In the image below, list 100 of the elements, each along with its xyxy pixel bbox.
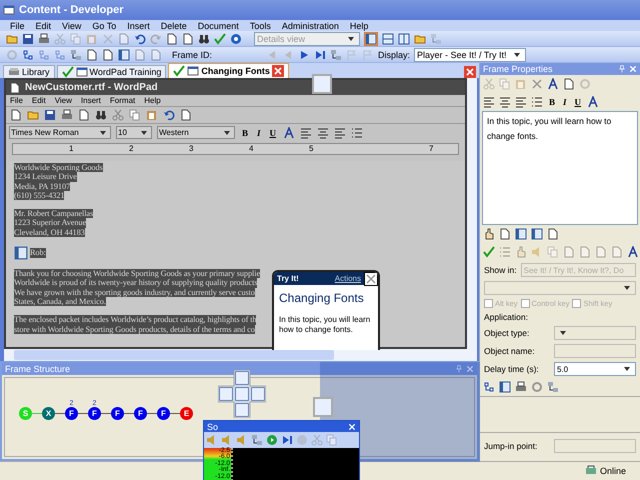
page-icon[interactable] — [180, 109, 192, 121]
menu-item[interactable]: Insert — [127, 20, 150, 30]
dock-guide-drawing[interactable] — [218, 370, 266, 418]
format-button[interactable]: B — [547, 97, 558, 107]
list-icon[interactable] — [351, 126, 364, 138]
dock-guide-icon[interactable] — [313, 397, 333, 417]
format-button[interactable]: U — [572, 97, 584, 107]
script-dropdown[interactable]: Western — [157, 126, 235, 139]
menu-item[interactable]: View — [62, 20, 82, 30]
font-dropdown[interactable]: Times New Roman — [9, 126, 111, 139]
frame-node[interactable]: F — [111, 407, 124, 420]
align-icon[interactable] — [334, 126, 346, 138]
menu-item[interactable]: Administration — [282, 20, 339, 30]
clipboard-icon[interactable] — [515, 78, 527, 90]
font-size-dropdown[interactable]: 10 — [116, 126, 152, 139]
dock-guide-icon[interactable] — [312, 74, 332, 94]
check-icon[interactable] — [214, 32, 226, 44]
page-icon[interactable] — [78, 109, 90, 121]
pin-icon[interactable] — [618, 65, 626, 73]
align-icon[interactable] — [515, 96, 527, 108]
menu-item[interactable]: Format — [110, 96, 136, 105]
menu-item[interactable]: File — [10, 20, 25, 30]
document-tab[interactable]: Library — [3, 65, 55, 78]
record-icon[interactable] — [266, 434, 278, 446]
frame-node[interactable]: F — [157, 407, 170, 420]
display-dropdown[interactable]: Player - See It! / Try It! — [414, 48, 526, 62]
frame-node[interactable]: F — [65, 407, 78, 420]
copy-icon[interactable] — [129, 109, 141, 121]
panel-icon[interactable] — [515, 228, 527, 240]
frame-node[interactable]: F — [88, 407, 101, 420]
skip-icon[interactable] — [314, 48, 326, 60]
split-view-icon[interactable] — [382, 32, 394, 44]
font-icon[interactable] — [547, 78, 559, 90]
clipboard-icon[interactable] — [146, 109, 158, 121]
menu-item[interactable]: Help — [144, 96, 161, 105]
frame-node[interactable]: X — [42, 407, 55, 420]
color-icon[interactable] — [283, 126, 296, 138]
page-icon[interactable] — [547, 228, 559, 240]
binoculars-icon[interactable] — [198, 32, 210, 44]
center-icon[interactable] — [317, 126, 330, 138]
list-icon[interactable] — [531, 96, 543, 108]
menu-item[interactable]: Tools — [250, 20, 271, 30]
frame-node[interactable]: F — [134, 407, 147, 420]
cross-icon[interactable] — [531, 78, 543, 90]
clipboard-icon[interactable] — [86, 32, 98, 44]
horizontal-scrollbar[interactable] — [4, 349, 477, 361]
menu-item[interactable]: View — [54, 96, 72, 105]
copy-icon[interactable] — [70, 32, 82, 44]
menu-item[interactable]: Help — [350, 20, 368, 30]
frame-node[interactable]: E — [180, 407, 193, 420]
document-tab[interactable]: WordPad Training — [56, 65, 166, 78]
menu-item[interactable]: Document — [198, 20, 239, 30]
jump-in-point-field[interactable] — [554, 439, 636, 453]
delay-time-dropdown[interactable]: 5.0 — [554, 362, 636, 376]
menu-item[interactable]: Go To — [92, 20, 116, 30]
printer-icon[interactable] — [38, 32, 50, 44]
panel-icon[interactable] — [118, 48, 130, 60]
page-icon[interactable] — [10, 109, 22, 121]
printer-icon[interactable] — [61, 109, 73, 121]
menu-item[interactable]: Edit — [36, 20, 52, 30]
tree-icon[interactable] — [483, 381, 495, 393]
align-icon[interactable] — [483, 96, 495, 108]
close-icon[interactable] — [348, 422, 356, 430]
close-icon[interactable] — [629, 65, 637, 73]
printer-icon[interactable] — [515, 381, 527, 393]
frame-text-field[interactable]: In this topic, you will learn how to change fonts. — [482, 111, 638, 225]
vertical-scrollbar[interactable] — [467, 78, 477, 349]
close-button[interactable] — [364, 272, 378, 286]
scissors-icon[interactable] — [112, 109, 124, 121]
scissors-icon[interactable] — [54, 32, 66, 44]
format-button[interactable]: I — [255, 128, 263, 138]
center-icon[interactable] — [499, 96, 511, 108]
format-button[interactable]: U — [268, 128, 278, 138]
color-icon[interactable] — [587, 96, 600, 108]
menu-item[interactable]: Insert — [80, 96, 101, 105]
binoculars-icon[interactable] — [95, 109, 107, 121]
close-tab-icon[interactable] — [272, 65, 284, 77]
page-icon[interactable] — [499, 228, 511, 240]
align-icon[interactable] — [300, 126, 312, 138]
menu-item[interactable]: Edit — [32, 96, 46, 105]
menu-item[interactable]: Delete — [160, 20, 187, 30]
skip-icon[interactable] — [281, 434, 293, 446]
object-name-field[interactable] — [554, 344, 636, 358]
redo-icon[interactable] — [150, 32, 162, 44]
format-button[interactable]: I — [561, 97, 569, 107]
format-button[interactable]: B — [240, 128, 250, 138]
page-icon[interactable] — [563, 78, 575, 90]
panel-icon[interactable] — [531, 228, 543, 240]
close-icon[interactable] — [464, 66, 476, 78]
tree-icon[interactable] — [22, 48, 34, 60]
panel-icon[interactable] — [499, 381, 511, 393]
undo-icon[interactable] — [163, 109, 175, 121]
actions-link[interactable]: Actions — [334, 274, 361, 283]
undo-icon[interactable] — [134, 32, 146, 44]
dropdown-field[interactable] — [484, 281, 636, 295]
check-icon[interactable] — [483, 246, 495, 258]
font-icon[interactable] — [627, 246, 639, 258]
document-tab[interactable]: Changing Fonts — [168, 63, 289, 78]
help-icon[interactable] — [230, 32, 242, 44]
columns-icon[interactable] — [398, 32, 410, 44]
